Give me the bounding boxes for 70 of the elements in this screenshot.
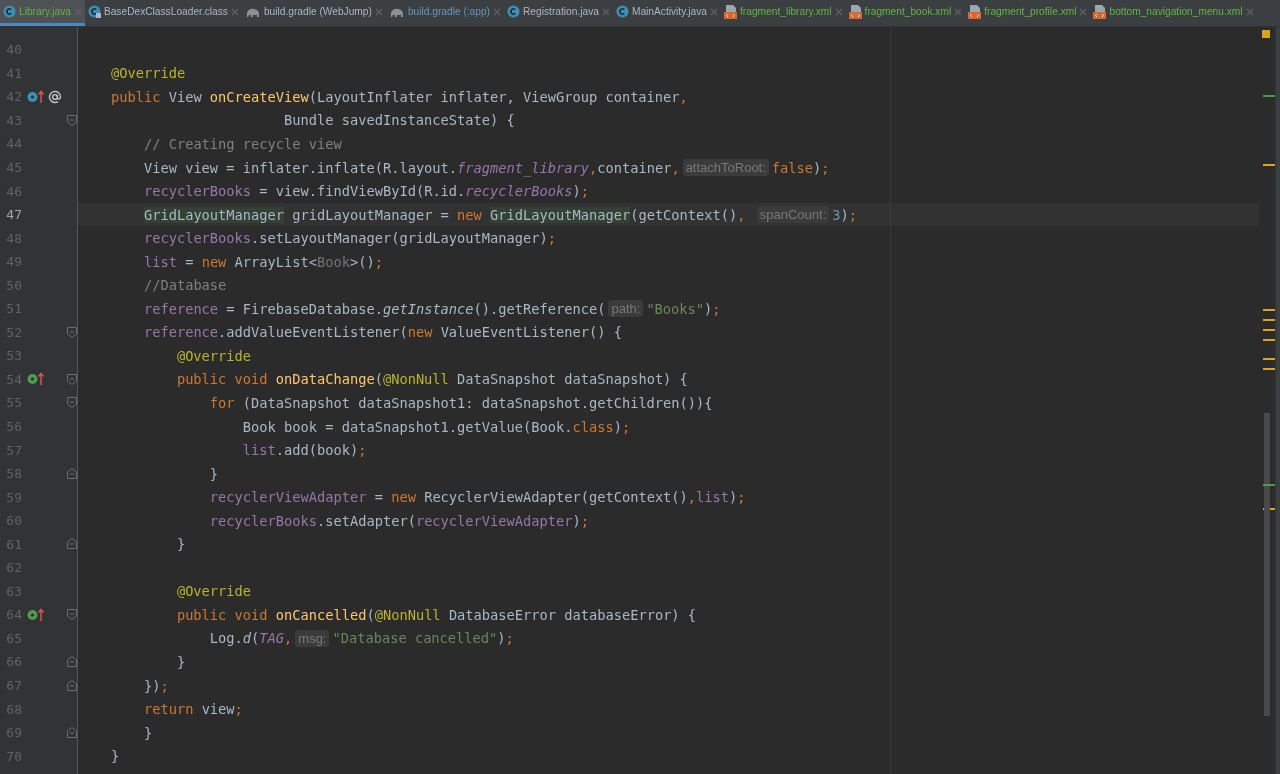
overrides-method-icon[interactable] (27, 89, 45, 104)
editor-tab[interactable]: fragment_library.xml (721, 0, 846, 26)
code-line: Bundle savedInstanceState) { (283, 111, 516, 131)
editor-tab[interactable]: MainActivity.java (612, 0, 721, 26)
close-icon[interactable] (710, 7, 718, 16)
fold-icon[interactable] (67, 373, 77, 385)
implements-method-icon[interactable] (27, 607, 45, 622)
code-line: recyclerBooks.setLayoutManager(gridLayoutManager); (142, 229, 557, 249)
code-line: @Override (175, 582, 253, 602)
xml-file-icon (1093, 4, 1107, 19)
code-line: } (142, 723, 154, 743)
class-icon (615, 5, 629, 18)
close-icon[interactable] (1079, 7, 1088, 16)
fold-icon[interactable] (67, 679, 77, 691)
editor-tab[interactable]: Registration.java (504, 0, 613, 26)
editor-tab[interactable]: BaseDexClassLoader.class (84, 0, 242, 26)
code-line: recyclerBooks = view.findViewById(R.id.recyclerBooks); (142, 182, 590, 202)
close-icon[interactable] (230, 7, 239, 16)
code-line: } (175, 535, 187, 555)
close-icon[interactable] (493, 7, 501, 16)
close-icon[interactable] (1245, 7, 1254, 16)
at-sign-icon[interactable] (48, 89, 62, 104)
code-line: //Database (142, 276, 228, 296)
fold-icon[interactable] (67, 326, 77, 338)
code-line: } (109, 747, 121, 767)
fold-icon[interactable] (67, 538, 77, 550)
code-line: list = new ArrayList<Book>(); (142, 252, 384, 272)
close-icon[interactable] (834, 7, 843, 16)
fold-icon[interactable] (67, 397, 77, 409)
code-line: // Creating recycle view (142, 134, 343, 154)
xml-file-icon (848, 4, 862, 19)
editor-tab[interactable]: Library.java (0, 0, 85, 26)
code-line: for (DataSnapshot dataSnapshot1: dataSnapshot.getChildren()){ (208, 393, 714, 413)
editor-tab[interactable]: fragment_profile.xml (965, 0, 1091, 26)
code-line: @Override (109, 64, 187, 84)
code-line: list.add(book); (241, 441, 368, 461)
code-line: public void onCancelled(@NonNull DatabaseError databaseError) { (175, 605, 698, 625)
fold-icon[interactable] (67, 609, 77, 621)
editor-tab[interactable]: fragment_book.xml (845, 0, 966, 26)
code-line: @Override (175, 346, 253, 366)
code-line: Book book = dataSnapshot1.getValue(Book.class); (241, 417, 632, 437)
code-line: reference.addValueEventListener(new ValueEventListener() { (142, 323, 623, 343)
close-icon[interactable] (601, 7, 610, 16)
code-line: } (208, 464, 220, 484)
code-line: public View onCreateView(LayoutInflater inflater, ViewGroup container, (109, 87, 689, 107)
implements-method-icon[interactable] (27, 372, 45, 387)
code-line: public void onDataChange(@NonNull DataSnapshot dataSnapshot) { (175, 370, 689, 390)
fold-icon[interactable] (67, 656, 77, 668)
class-icon (87, 5, 101, 18)
close-icon[interactable] (374, 7, 383, 16)
editor-tab[interactable]: bottom_navigation_menu.xml (1090, 0, 1257, 26)
code-line: reference = FirebaseDatabase.getInstance().getReference( path: "Books"); (142, 299, 722, 320)
code-line: return view; (142, 700, 244, 720)
xml-file-icon (968, 4, 982, 19)
editor-tab[interactable]: build.gradle (:app) (385, 0, 504, 26)
code-line: recyclerViewAdapter = new RecyclerViewAdapter(getContext(),list); (208, 488, 747, 508)
close-icon[interactable] (954, 7, 963, 16)
class-icon (507, 5, 520, 18)
code-line: } (175, 653, 187, 672)
code-line: Log.d(TAG, msg: "Database cancelled"); (208, 628, 515, 649)
code-line: }); (142, 676, 170, 696)
xml-file-icon (724, 4, 737, 19)
line-number: 47 (5, 207, 22, 223)
class-icon (3, 5, 16, 18)
code-line: View view = inflater.inflate(R.layout.fragment_library,container, attachToRoot: false); (142, 158, 831, 179)
editor-tab[interactable]: build.gradle (WebJump) (241, 0, 386, 26)
fold-icon[interactable] (67, 114, 77, 126)
code-line: recyclerBooks.setAdapter(recyclerViewAdapter); (208, 511, 590, 531)
fold-icon[interactable] (67, 726, 77, 738)
fold-icon[interactable] (67, 467, 77, 479)
